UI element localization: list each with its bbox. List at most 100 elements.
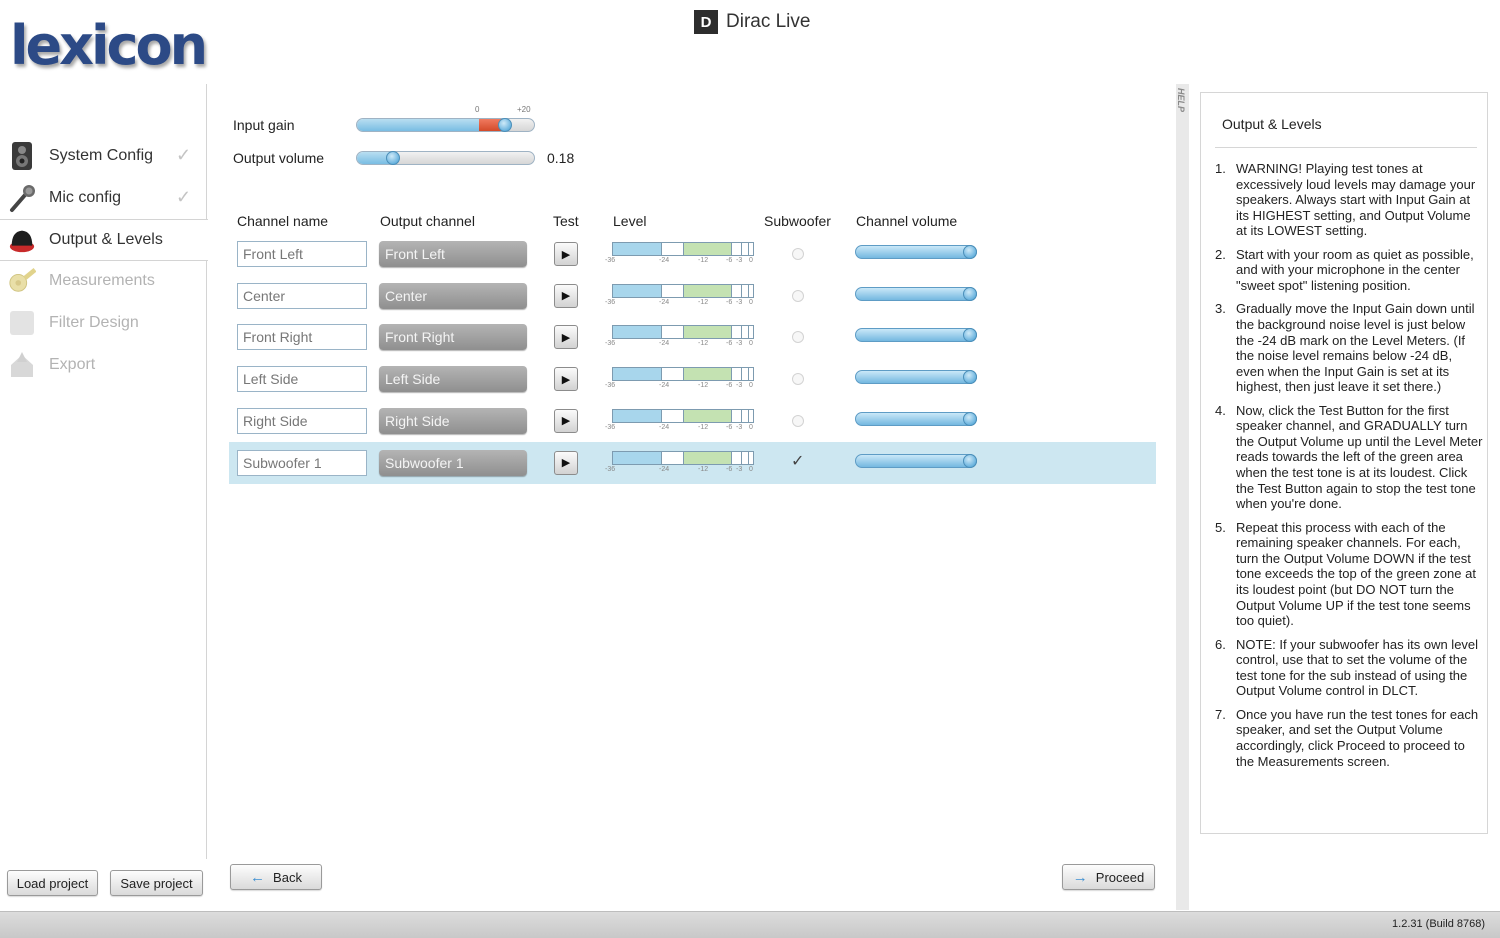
channel-volume-slider[interactable] (855, 328, 977, 343)
channel-volume-knob[interactable] (963, 411, 977, 426)
play-icon: ▶ (561, 248, 571, 261)
sidebar-item-mic-config[interactable]: Mic config ✓ (0, 177, 207, 219)
test-play-button[interactable]: ▶ (554, 450, 578, 475)
save-project-button[interactable]: Save project (110, 870, 203, 896)
output-channel-dropdown[interactable]: Subwoofer 1 (379, 449, 527, 476)
help-item-number: 4. (1215, 402, 1226, 418)
sidebar-item-system-config[interactable]: System Config ✓ (0, 135, 207, 177)
channel-row[interactable]: Subwoofer 1 Subwoofer 1 ▶ -36 -24 -12 -6 -3 0 ✓ (229, 441, 1156, 484)
channel-name-field[interactable]: Right Side (237, 407, 367, 434)
subwoofer-radio[interactable] (792, 248, 804, 260)
help-title: Output & Levels (1222, 116, 1322, 132)
channel-volume-knob[interactable] (963, 245, 977, 259)
test-play-button[interactable]: ▶ (554, 283, 578, 308)
channel-row[interactable]: Front Right Front Right ▶ -36 -24 -12 -6 -3 0 (229, 316, 1156, 358)
meter-scale-label: -24 (659, 340, 670, 348)
header-channel-name: Channel name (237, 213, 329, 229)
output-channel-dropdown[interactable]: Front Left (379, 241, 527, 267)
play-icon: ▶ (561, 373, 571, 386)
channel-volume-knob[interactable] (963, 370, 977, 385)
proceed-button[interactable]: → Proceed (1062, 864, 1155, 890)
sidebar-item-export[interactable]: Export (0, 344, 207, 386)
test-play-button[interactable]: ▶ (554, 325, 578, 350)
header-channel-volume: Channel volume (856, 213, 958, 229)
channel-volume-knob[interactable] (963, 453, 977, 468)
meter-zone-mid (661, 326, 683, 339)
output-volume-knob[interactable] (386, 151, 400, 165)
dirac-logo-icon: D (694, 10, 718, 34)
meter-divider (731, 284, 732, 297)
channel-volume-slider[interactable] (855, 453, 977, 468)
channel-volume-slider[interactable] (855, 286, 977, 301)
help-divider (1215, 147, 1477, 148)
help-item-number: 5. (1215, 519, 1226, 535)
sidebar-item-measurements[interactable]: Measurements (0, 260, 207, 302)
channel-volume-slider[interactable] (855, 411, 977, 426)
channel-row[interactable]: Right Side Right Side ▶ -36 -24 -12 -6 -3 0 (229, 400, 1156, 442)
help-item-text: WARNING! Playing test tones at excessive… (1236, 161, 1476, 239)
sidebar-item-label: Export (49, 356, 96, 373)
level-meter (612, 283, 754, 298)
channel-name-field[interactable]: Center (237, 282, 367, 309)
microphone-icon (8, 183, 36, 213)
subwoofer-radio[interactable] (792, 331, 804, 344)
channel-volume-knob[interactable] (963, 286, 977, 301)
output-channel-dropdown[interactable]: Left Side (379, 366, 527, 393)
help-item: 3. Gradually move the Input Gain down unt… (1215, 301, 1483, 395)
channel-name-field[interactable]: Left Side (237, 366, 367, 393)
meter-zone-target (683, 368, 731, 381)
subwoofer-radio[interactable] (792, 414, 804, 427)
subwoofer-checkmark-icon[interactable]: ✓ (791, 451, 804, 471)
meter-zone-mid (661, 243, 683, 255)
meter-scale-label: -24 (659, 298, 670, 306)
app-title: D Dirac Live (694, 10, 810, 34)
output-channel-dropdown[interactable]: Right Side (379, 407, 527, 434)
meter-zone-target (683, 451, 731, 464)
input-gain-knob[interactable] (498, 118, 512, 132)
export-icon (8, 350, 36, 380)
channel-row[interactable]: Left Side Left Side ▶ -36 -24 -12 -6 -3 0 (229, 358, 1156, 400)
test-play-button[interactable]: ▶ (554, 408, 578, 433)
output-volume-value: 0.18 (547, 150, 575, 166)
meter-divider (741, 243, 742, 255)
meter-zone-target (683, 284, 731, 297)
app-title-text: Dirac Live (726, 11, 811, 32)
meter-divider (741, 451, 742, 464)
channel-name-field[interactable]: Subwoofer 1 (237, 449, 367, 476)
test-play-button[interactable]: ▶ (554, 367, 578, 392)
channel-row[interactable]: Front Left Front Left ▶ -36 -24 -12 -6 -3 0 (229, 233, 1156, 275)
channel-volume-slider[interactable] (855, 245, 977, 259)
subwoofer-radio[interactable] (792, 289, 804, 302)
channel-row[interactable]: Center Center ▶ -36 -24 -12 -6 -3 0 (229, 275, 1156, 317)
help-item-text: NOTE: If your subwoofer has its own leve… (1236, 636, 1479, 699)
meter-scale-label: 0 (749, 340, 753, 348)
meter-scale-label: -36 (605, 257, 616, 264)
meter-scale-label: -24 (659, 423, 670, 431)
help-item-text: Start with your room as quiet as possibl… (1236, 246, 1474, 293)
output-channel-dropdown[interactable]: Center (379, 282, 527, 309)
channel-name-field[interactable]: Front Right (237, 324, 367, 351)
meter-scale-label: -12 (698, 257, 709, 264)
help-item: 1. WARNING! Playing test tones at excessi… (1215, 161, 1483, 239)
output-volume-slider[interactable] (356, 151, 535, 165)
channel-volume-knob[interactable] (963, 328, 977, 343)
test-play-button[interactable]: ▶ (554, 242, 578, 266)
load-project-button[interactable]: Load project (7, 870, 98, 896)
back-button[interactable]: ← Back (230, 864, 322, 890)
meter-scale-label: -24 (659, 257, 670, 264)
help-list: 1. WARNING! Playing test tones at excessi… (1215, 161, 1483, 777)
subwoofer-radio[interactable] (792, 373, 804, 386)
input-gain-label: Input gain (233, 117, 295, 133)
channel-volume-slider[interactable] (855, 370, 977, 385)
meter-scale-label: -12 (698, 382, 709, 390)
sidebar-item-output-levels[interactable]: Output & Levels (0, 219, 208, 261)
help-toggle-strip[interactable] (1176, 84, 1189, 910)
meter-scale-label: 0 (749, 298, 753, 306)
output-channel-dropdown[interactable]: Front Right (379, 324, 527, 351)
channel-name-field[interactable]: Front Left (237, 241, 367, 267)
sidebar-item-filter-design[interactable]: Filter Design (0, 302, 207, 344)
measuring-tape-icon (8, 266, 36, 296)
meter-divider (741, 326, 742, 339)
input-gain-tick-min: 0 (475, 105, 480, 114)
meter-scale-label: -12 (698, 298, 709, 306)
